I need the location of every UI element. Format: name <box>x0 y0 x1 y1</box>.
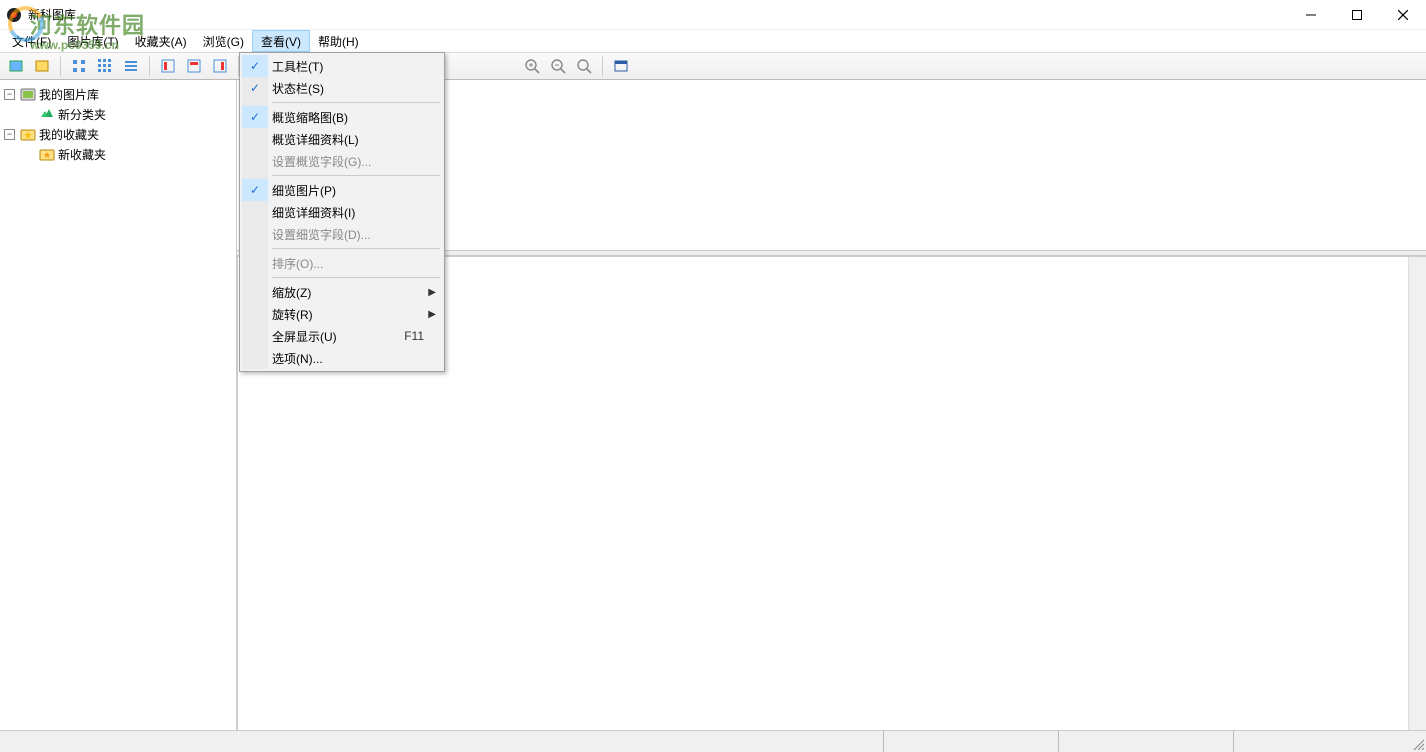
menu-bar: 文件(F) 图片库(T) 收藏夹(A) 浏览(G) 查看(V) 帮助(H) <box>0 30 1426 52</box>
window-title: 新科图库 <box>28 6 76 23</box>
favorites-icon <box>20 127 36 141</box>
tree-label: 我的图片库 <box>39 86 99 103</box>
status-cell <box>0 731 883 752</box>
toolbar-button-1[interactable] <box>4 55 28 77</box>
close-button[interactable] <box>1380 0 1426 30</box>
submenu-arrow-icon: ▶ <box>428 287 436 298</box>
menu-item-label: 旋转(R) <box>272 306 313 323</box>
menu-browse[interactable]: 浏览(G) <box>195 30 252 52</box>
menu-item-label: 工具栏(T) <box>272 58 323 75</box>
window-controls <box>1288 0 1426 30</box>
thumb-small-icon[interactable] <box>67 55 91 77</box>
menu-item-label: 状态栏(S) <box>272 80 324 97</box>
menu-statusbar[interactable]: ✓ 状态栏(S) <box>242 77 442 99</box>
zoom-in-icon[interactable] <box>520 55 544 77</box>
menu-fullscreen[interactable]: 全屏显示(U) F11 <box>242 325 442 347</box>
category-icon <box>39 107 55 121</box>
menu-overview-detail[interactable]: 概览详细资料(L) <box>242 128 442 150</box>
menu-detail-info[interactable]: 细览详细资料(I) <box>242 201 442 223</box>
menu-help[interactable]: 帮助(H) <box>310 30 367 52</box>
zoom-out-icon[interactable] <box>546 55 570 77</box>
menu-set-detail-fields: 设置细览字段(D)... <box>242 223 442 245</box>
menu-detail-image[interactable]: ✓ 细览图片(P) <box>242 179 442 201</box>
submenu-arrow-icon: ▶ <box>428 309 436 320</box>
toolbar-separator <box>149 56 150 76</box>
toolbar-button-2[interactable] <box>30 55 54 77</box>
status-cell <box>1058 731 1233 752</box>
menu-rotate[interactable]: 旋转(R) ▶ <box>242 303 442 325</box>
view-c-icon[interactable] <box>208 55 232 77</box>
menu-shortcut: F11 <box>404 329 424 343</box>
menu-overview-thumb[interactable]: ✓ 概览缩略图(B) <box>242 106 442 128</box>
menu-item-label: 概览缩略图(B) <box>272 109 348 126</box>
menu-item-label: 缩放(Z) <box>272 284 311 301</box>
check-icon: ✓ <box>242 55 268 77</box>
menu-separator <box>272 102 440 103</box>
menu-set-overview-fields: 设置概览字段(G)... <box>242 150 442 172</box>
resize-grip-icon[interactable] <box>1408 731 1426 752</box>
menu-toolbar[interactable]: ✓ 工具栏(T) <box>242 55 442 77</box>
menu-separator <box>272 175 440 176</box>
tree-panel: − 我的图片库 新分类夹 − 我的收藏夹 新收藏夹 <box>0 80 237 730</box>
view-a-icon[interactable] <box>156 55 180 77</box>
collapse-icon[interactable]: − <box>4 89 15 100</box>
tree-label: 新分类夹 <box>58 106 106 123</box>
menu-item-label: 设置细览字段(D)... <box>272 226 371 243</box>
view-b-icon[interactable] <box>182 55 206 77</box>
window-icon[interactable] <box>609 55 633 77</box>
tree-root-favorites[interactable]: − 我的收藏夹 <box>2 124 234 144</box>
main-area: − 我的图片库 新分类夹 − 我的收藏夹 新收藏夹 <box>0 80 1426 730</box>
menu-item-label: 全屏显示(U) <box>272 328 337 345</box>
menu-separator <box>272 248 440 249</box>
menu-library[interactable]: 图片库(T) <box>59 30 126 52</box>
check-icon: ✓ <box>242 106 268 128</box>
tree-label: 我的收藏夹 <box>39 126 99 143</box>
status-cell <box>883 731 1058 752</box>
status-cell <box>1233 731 1408 752</box>
menu-favorites[interactable]: 收藏夹(A) <box>127 30 195 52</box>
status-bar <box>0 730 1426 752</box>
view-dropdown: ✓ 工具栏(T) ✓ 状态栏(S) ✓ 概览缩略图(B) 概览详细资料(L) 设… <box>239 52 445 372</box>
menu-item-label: 设置概览字段(G)... <box>272 153 371 170</box>
toolbar <box>0 52 1426 80</box>
menu-sort: 排序(O)... <box>242 252 442 274</box>
title-bar: 新科图库 河东软件园 www.pc0359.cn <box>0 0 1426 30</box>
menu-item-label: 选项(N)... <box>272 350 323 367</box>
menu-view[interactable]: 查看(V) <box>252 30 310 52</box>
tree-label: 新收藏夹 <box>58 146 106 163</box>
menu-file[interactable]: 文件(F) <box>4 30 59 52</box>
favorite-folder-icon <box>39 147 55 161</box>
library-icon <box>20 87 36 101</box>
menu-item-label: 概览详细资料(L) <box>272 131 359 148</box>
minimize-button[interactable] <box>1288 0 1334 30</box>
tree-child-category[interactable]: 新分类夹 <box>2 104 234 124</box>
zoom-fit-icon[interactable] <box>572 55 596 77</box>
menu-item-label: 细览图片(P) <box>272 182 336 199</box>
menu-separator <box>272 277 440 278</box>
collapse-icon[interactable]: − <box>4 129 15 140</box>
tree-child-favorite[interactable]: 新收藏夹 <box>2 144 234 164</box>
app-icon <box>6 7 22 23</box>
toolbar-separator <box>60 56 61 76</box>
list-icon[interactable] <box>119 55 143 77</box>
menu-item-label: 排序(O)... <box>272 255 323 272</box>
menu-item-label: 细览详细资料(I) <box>272 204 355 221</box>
toolbar-separator <box>602 56 603 76</box>
tree-root-library[interactable]: − 我的图片库 <box>2 84 234 104</box>
check-icon: ✓ <box>242 179 268 201</box>
menu-zoom[interactable]: 缩放(Z) ▶ <box>242 281 442 303</box>
maximize-button[interactable] <box>1334 0 1380 30</box>
thumb-grid-icon[interactable] <box>93 55 117 77</box>
menu-options[interactable]: 选项(N)... <box>242 347 442 369</box>
check-icon: ✓ <box>242 81 268 95</box>
